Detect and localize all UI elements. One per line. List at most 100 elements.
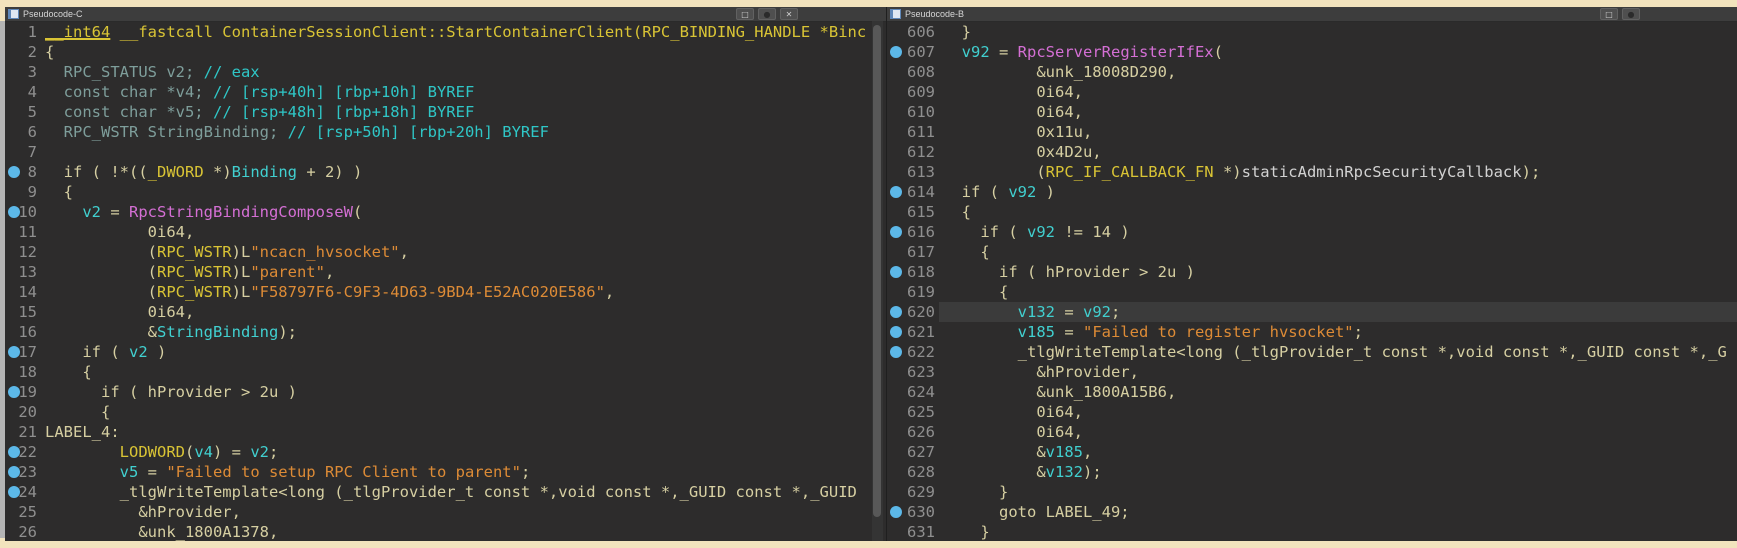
code-line[interactable]: 8 if ( !*((_DWORD *)Binding + 2) ) — [5, 162, 871, 182]
code-line[interactable]: 2{ — [5, 42, 871, 62]
scrollbar-thumb[interactable] — [873, 25, 881, 517]
breakpoint-icon[interactable] — [8, 486, 20, 498]
code-line[interactable]: 22 LODWORD(v4) = v2; — [5, 442, 871, 462]
code-line[interactable]: 623 &hProvider, — [887, 362, 1737, 382]
breakpoint-icon[interactable] — [890, 506, 902, 518]
code-line[interactable]: 631 } — [887, 522, 1737, 542]
code-line[interactable]: 628 &v132); — [887, 462, 1737, 482]
code-line[interactable]: 18 { — [5, 362, 871, 382]
line-number: 21 — [18, 423, 37, 441]
code-line[interactable]: 617 { — [887, 242, 1737, 262]
titlebar-pseudocode-b[interactable]: Pseudocode-B □● — [887, 7, 1737, 22]
code-line[interactable]: 25 &hProvider, — [5, 502, 871, 522]
code-line[interactable]: 7 — [5, 142, 871, 162]
code-line[interactable]: 608 &unk_18008D290, — [887, 62, 1737, 82]
code-line[interactable]: 618 if ( hProvider > 2u ) — [887, 262, 1737, 282]
breakpoint-icon[interactable] — [8, 446, 20, 458]
code-text: goto LABEL_49; — [939, 502, 1737, 522]
code-line[interactable]: 626 0i64, — [887, 422, 1737, 442]
code-line[interactable]: 622 _tlgWriteTemplate<long (_tlgProvider… — [887, 342, 1737, 362]
breakpoint-icon[interactable] — [8, 206, 20, 218]
code-line[interactable]: 26 &unk_1800A1378, — [5, 522, 871, 542]
code-line[interactable]: 6 RPC_WSTR StringBinding; // [rsp+50h] [… — [5, 122, 871, 142]
code-line[interactable]: 615 { — [887, 202, 1737, 222]
code-line[interactable]: 20 { — [5, 402, 871, 422]
float-button[interactable]: ● — [1622, 8, 1640, 20]
code-line[interactable]: 611 0x11u, — [887, 122, 1737, 142]
code-line[interactable]: 10 v2 = RpcStringBindingComposeW( — [5, 202, 871, 222]
code-line[interactable]: 627 &v185, — [887, 442, 1737, 462]
line-number: 631 — [907, 523, 935, 541]
breakpoint-icon[interactable] — [890, 46, 902, 58]
code-line[interactable]: 15 0i64, — [5, 302, 871, 322]
code-line[interactable]: 614 if ( v92 ) — [887, 182, 1737, 202]
code-line[interactable]: 629 } — [887, 482, 1737, 502]
code-line[interactable]: 620 v132 = v92; — [887, 302, 1737, 322]
line-number: 19 — [18, 383, 37, 401]
code-line[interactable]: 625 0i64, — [887, 402, 1737, 422]
code-line[interactable]: 619 { — [887, 282, 1737, 302]
code-text: &v185, — [939, 442, 1737, 462]
breakpoint-icon[interactable] — [890, 186, 902, 198]
code-line[interactable]: 17 if ( v2 ) — [5, 342, 871, 362]
code-line[interactable]: 1__int64 __fastcall ContainerSessionClie… — [5, 22, 871, 42]
code-line[interactable]: 621 v185 = "Failed to register hvsocket"… — [887, 322, 1737, 342]
breakpoint-icon[interactable] — [890, 326, 902, 338]
code-line[interactable]: 5 const char *v5; // [rsp+48h] [rbp+18h]… — [5, 102, 871, 122]
breakpoint-icon[interactable] — [8, 346, 20, 358]
line-number-gutter: 14 — [5, 282, 41, 302]
code-text: } — [939, 22, 1737, 42]
breakpoint-icon[interactable] — [890, 226, 902, 238]
line-number: 623 — [907, 363, 935, 381]
code-line[interactable]: 21LABEL_4: — [5, 422, 871, 442]
line-number: 621 — [907, 323, 935, 341]
breakpoint-icon[interactable] — [890, 346, 902, 358]
code-line[interactable]: 606 } — [887, 22, 1737, 42]
code-line[interactable]: 624 &unk_1800A15B6, — [887, 382, 1737, 402]
code-line[interactable]: 3 RPC_STATUS v2; // eax — [5, 62, 871, 82]
code-text: __int64 __fastcall ContainerSessionClien… — [41, 22, 871, 42]
code-text: _tlgWriteTemplate<long (_tlgProvider_t c… — [41, 482, 871, 502]
breakpoint-icon[interactable] — [8, 466, 20, 478]
code-line[interactable]: 11 0i64, — [5, 222, 871, 242]
code-text: const char *v5; // [rsp+48h] [rbp+18h] B… — [41, 102, 871, 122]
breakpoint-icon[interactable] — [890, 266, 902, 278]
line-number: 11 — [18, 223, 37, 241]
breakpoint-icon[interactable] — [890, 306, 902, 318]
line-number: 20 — [18, 403, 37, 421]
line-number: 630 — [907, 503, 935, 521]
line-number: 617 — [907, 243, 935, 261]
maximize-button[interactable]: □ — [1600, 8, 1618, 20]
maximize-button[interactable]: □ — [736, 8, 754, 20]
code-text: if ( v2 ) — [41, 342, 871, 362]
code-line[interactable]: 23 v5 = "Failed to setup RPC Client to p… — [5, 462, 871, 482]
code-line[interactable]: 14 (RPC_WSTR)L"F58797F6-C9F3-4D63-9BD4-E… — [5, 282, 871, 302]
code-text: LABEL_4: — [41, 422, 871, 442]
line-number-gutter: 19 — [5, 382, 41, 402]
code-line[interactable]: 610 0i64, — [887, 102, 1737, 122]
code-line[interactable]: 9 { — [5, 182, 871, 202]
code-line[interactable]: 19 if ( hProvider > 2u ) — [5, 382, 871, 402]
breakpoint-icon[interactable] — [8, 386, 20, 398]
code-line[interactable]: 12 (RPC_WSTR)L"ncacn_hvsocket", — [5, 242, 871, 262]
code-text: &v132); — [939, 462, 1737, 482]
line-number-gutter: 9 — [5, 182, 41, 202]
code-line[interactable]: 13 (RPC_WSTR)L"parent", — [5, 262, 871, 282]
code-line[interactable]: 609 0i64, — [887, 82, 1737, 102]
code-line[interactable]: 24 _tlgWriteTemplate<long (_tlgProvider_… — [5, 482, 871, 502]
code-line[interactable]: 613 (RPC_IF_CALLBACK_FN *)staticAdminRpc… — [887, 162, 1737, 182]
code-text: { — [939, 202, 1737, 222]
code-line[interactable]: 616 if ( v92 != 14 ) — [887, 222, 1737, 242]
code-line[interactable]: 607 v92 = RpcServerRegisterIfEx( — [887, 42, 1737, 62]
code-line[interactable]: 612 0x4D2u, — [887, 142, 1737, 162]
line-number: 609 — [907, 83, 935, 101]
vertical-scrollbar[interactable] — [872, 21, 883, 541]
breakpoint-icon[interactable] — [8, 166, 20, 178]
line-number-gutter: 622 — [887, 342, 939, 362]
float-button[interactable]: ● — [758, 8, 776, 20]
code-line[interactable]: 630 goto LABEL_49; — [887, 502, 1737, 522]
code-line[interactable]: 4 const char *v4; // [rsp+40h] [rbp+10h]… — [5, 82, 871, 102]
titlebar-pseudocode-c[interactable]: Pseudocode-C □●✕ — [5, 7, 886, 22]
code-line[interactable]: 16 &StringBinding); — [5, 322, 871, 342]
close-button[interactable]: ✕ — [780, 8, 798, 20]
